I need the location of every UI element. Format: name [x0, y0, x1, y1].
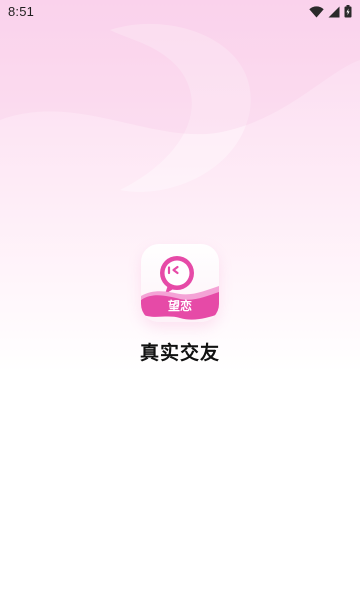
battery-icon [344, 5, 352, 18]
splash-branding: 望恋 真实交友 [0, 244, 360, 365]
status-icons [309, 5, 352, 18]
app-name: 真实交友 [139, 342, 220, 364]
splash-screen: 8:51 望恋 真实交友 [0, 0, 360, 600]
status-time: 8:51 [8, 4, 35, 19]
app-icon: 望恋 [141, 244, 219, 322]
wifi-icon [309, 5, 324, 18]
cell-signal-icon [328, 6, 340, 18]
status-bar: 8:51 [0, 0, 360, 24]
app-icon-label: 望恋 [167, 299, 192, 313]
